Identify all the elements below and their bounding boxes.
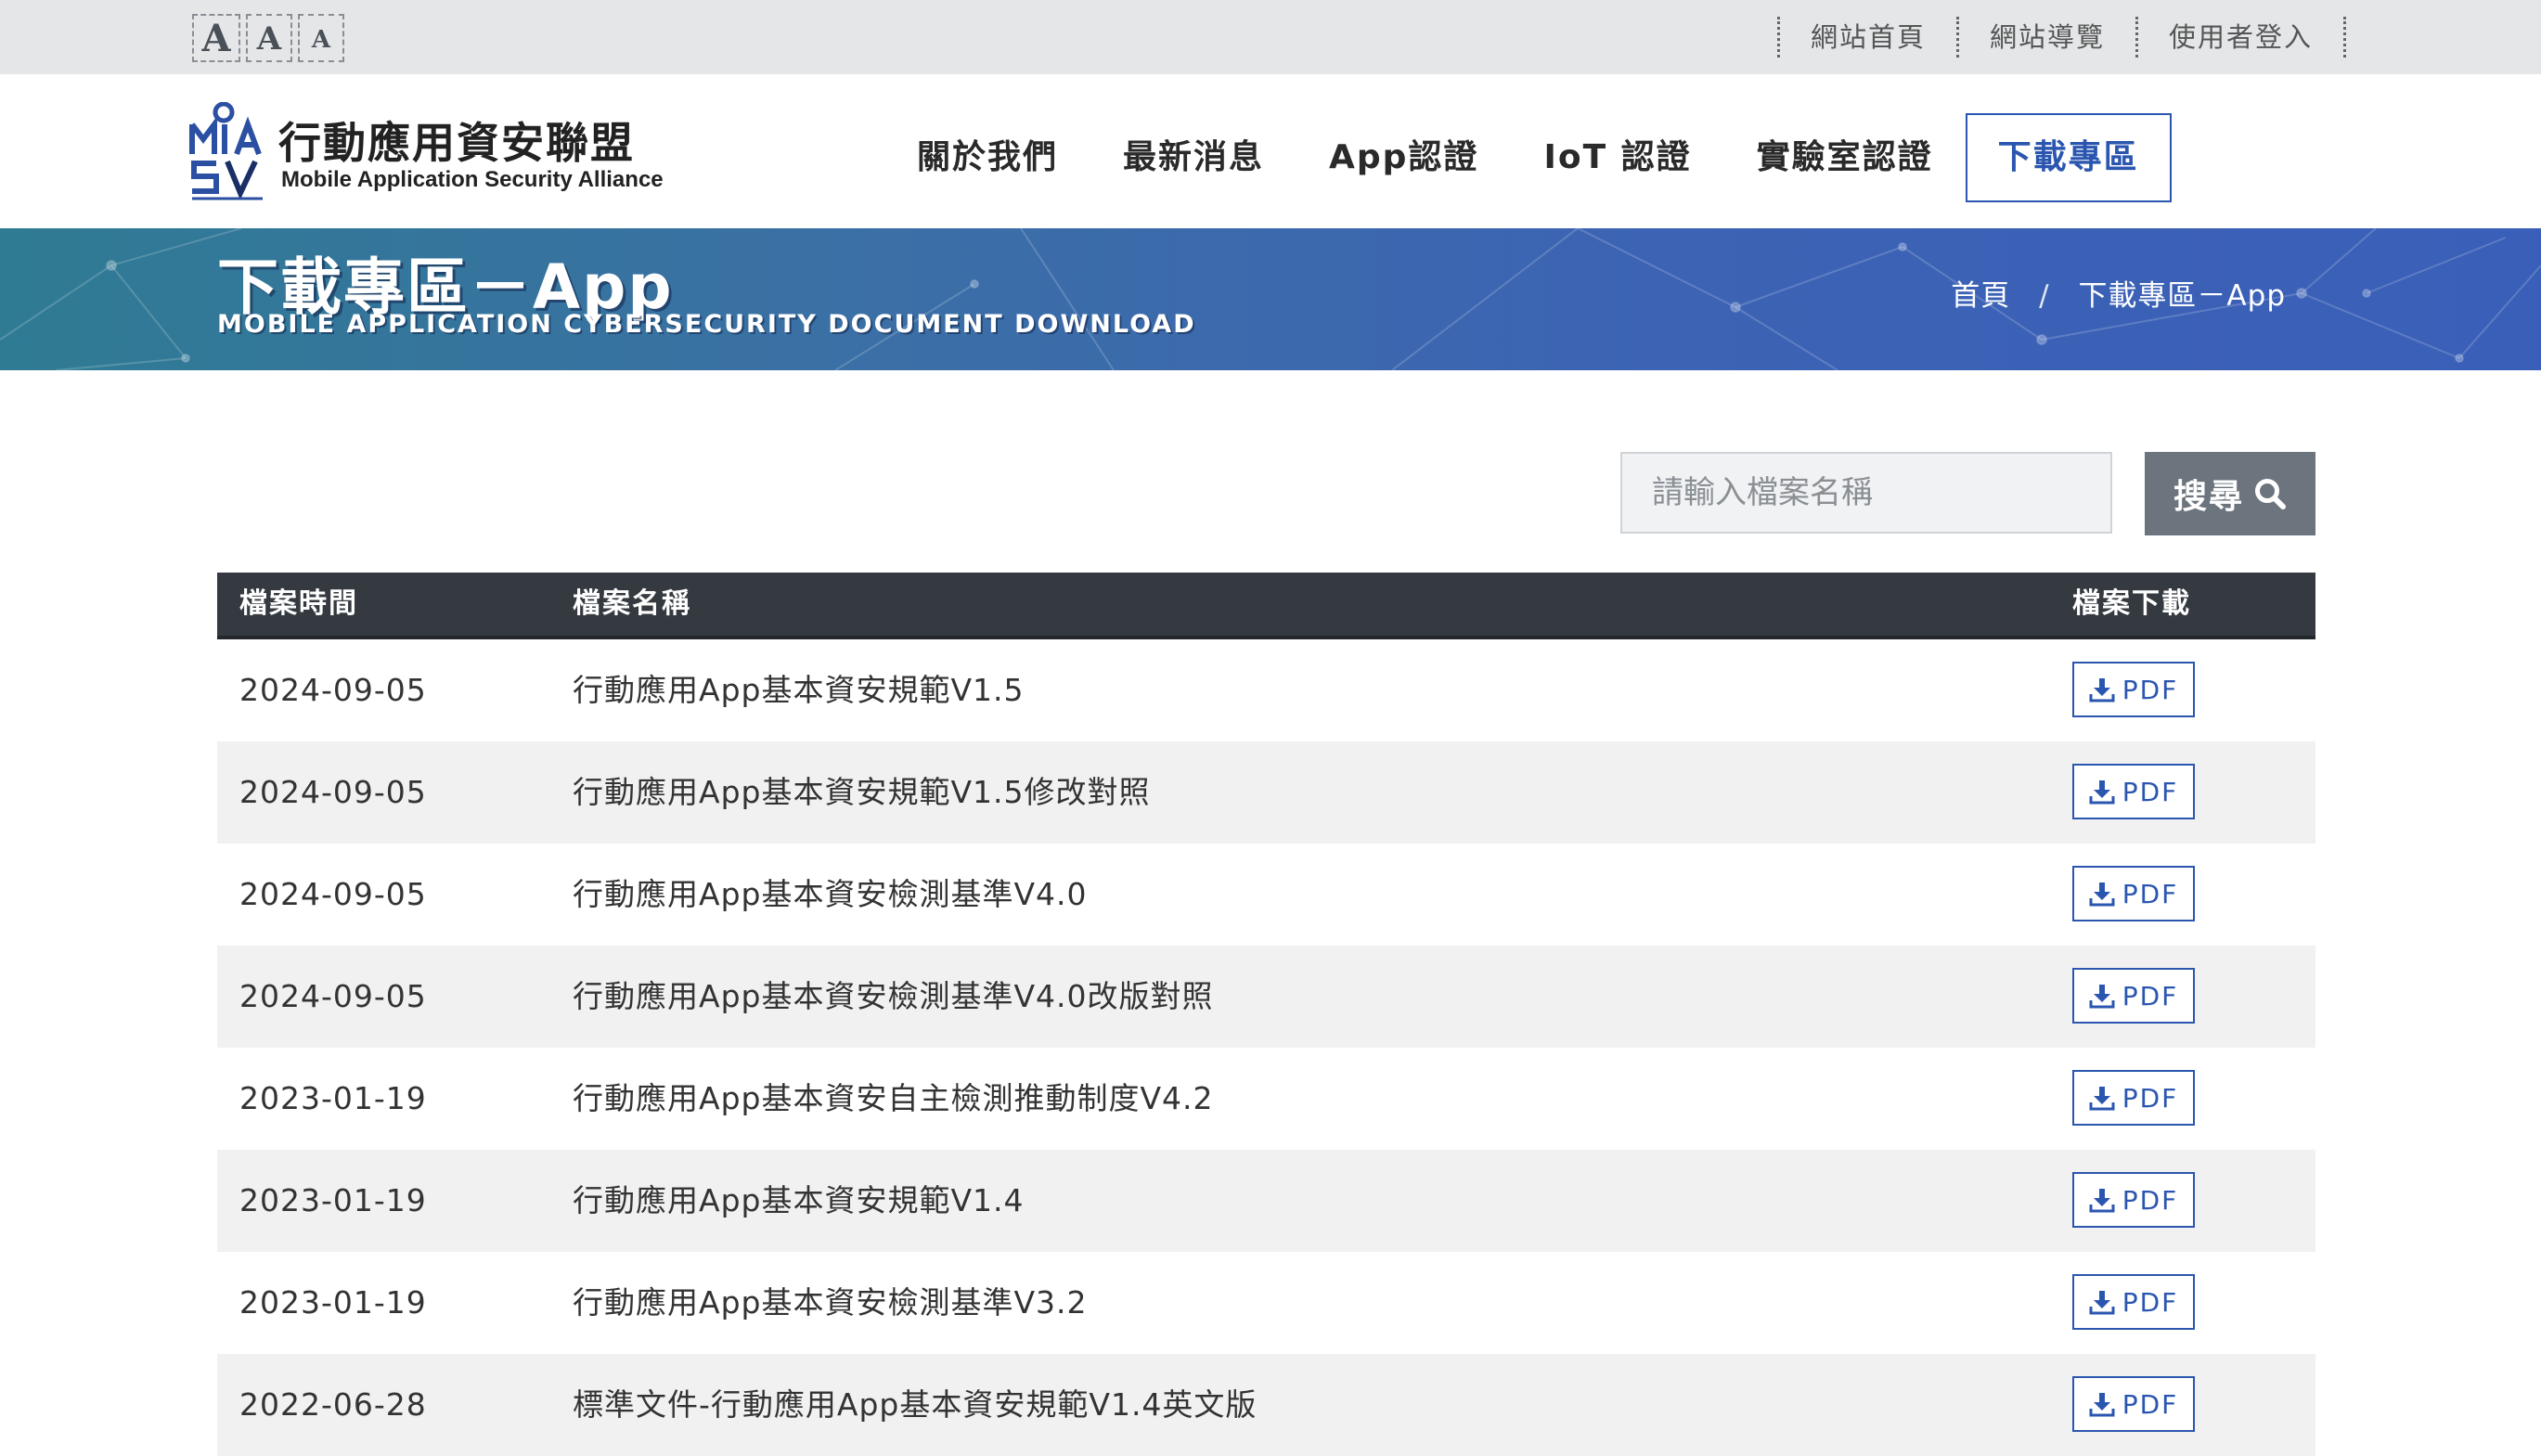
file-name: 行動應用App基本資安規範V1.5 [573,672,1025,708]
pdf-download-label: PDF [2122,1286,2179,1318]
search-button-label: 搜尋 [2173,478,2244,516]
download-icon [2089,1291,2115,1315]
pdf-download-label: PDF [2122,1388,2179,1420]
download-icon [2089,985,2115,1009]
pdf-download-button[interactable]: PDF [2072,1274,2195,1330]
pdf-download-button[interactable]: PDF [2072,1172,2195,1228]
file-date: 2024-09-05 [239,978,427,1014]
search-icon [2255,479,2286,509]
table-row: 2023-01-19 行動應用App基本資安規範V1.4 PDF [217,1150,2315,1252]
page-banner: 下載專區－App MOBILE APPLICATION CYBERSECURIT… [0,228,2541,370]
file-name: 行動應用App基本資安檢測基準V4.0改版對照 [573,978,1214,1014]
pdf-download-button[interactable]: PDF [2072,968,2195,1024]
download-icon [2089,1189,2115,1213]
page-subtitle: MOBILE APPLICATION CYBERSECURITY DOCUMEN… [217,310,1196,339]
pdf-download-button[interactable]: PDF [2072,866,2195,921]
file-name: 行動應用App基本資安自主檢測推動制度V4.2 [573,1080,1214,1116]
logo-mark-icon [189,102,263,200]
table-row: 2022-06-28 標準文件-行動應用App基本資安規範V1.4英文版 PDF [217,1354,2315,1456]
table-row: 2024-09-05 行動應用App基本資安檢測基準V4.0改版對照 PDF [217,946,2315,1048]
file-date: 2023-01-19 [239,1182,427,1218]
pdf-download-button[interactable]: PDF [2072,662,2195,717]
breadcrumb-home[interactable]: 首頁 [1951,279,2010,313]
download-icon [2089,1087,2115,1111]
utility-bar: A A A 網站首頁 網站導覽 使用者登入 [0,0,2541,74]
pdf-download-label: PDF [2122,674,2179,705]
search-button[interactable]: 搜尋 [2145,452,2315,535]
main-nav: 關於我們 最新消息 App認證 IoT 認證 實驗室認證 下載專區 [884,113,2172,202]
logo-name-en: Mobile Application Security Alliance [281,167,664,192]
breadcrumb-current: 下載專區－App [2078,279,2286,313]
download-icon [2089,780,2115,805]
breadcrumb-separator: / [2039,279,2050,313]
nav-item-iot-cert[interactable]: IoT 認證 [1511,113,1723,202]
download-icon [2089,883,2115,907]
column-header-name: 檔案名稱 [573,587,691,620]
top-links: 網站首頁 網站導覽 使用者登入 [1776,17,2346,58]
font-size-medium-button[interactable]: A [246,14,292,62]
pdf-download-label: PDF [2122,776,2179,807]
file-date: 2023-01-19 [239,1284,427,1321]
nav-item-app-cert[interactable]: App認證 [1296,113,1511,202]
breadcrumb: 首頁 / 下載專區－App [1951,272,2286,314]
file-name: 行動應用App基本資安檢測基準V4.0 [573,876,1088,912]
top-link-home[interactable]: 網站首頁 [1780,17,1959,58]
pdf-download-label: PDF [2122,980,2179,1011]
logo-name-zh: 行動應用資安聯盟 [278,118,635,168]
file-name: 行動應用App基本資安檢測基準V3.2 [573,1284,1088,1321]
file-name: 行動應用App基本資安規範V1.4 [573,1182,1025,1218]
file-date: 2023-01-19 [239,1080,427,1116]
table-row: 2024-09-05 行動應用App基本資安檢測基準V4.0 PDF [217,844,2315,946]
pdf-download-button[interactable]: PDF [2072,1376,2195,1432]
column-header-date: 檔案時間 [239,587,358,620]
nav-item-news[interactable]: 最新消息 [1090,113,1296,202]
file-date: 2024-09-05 [239,672,427,708]
nav-item-download[interactable]: 下載專區 [1965,113,2172,202]
top-link-sitemap[interactable]: 網站導覽 [1959,17,2138,58]
top-link-login[interactable]: 使用者登入 [2138,17,2346,58]
font-size-controls: A A A [192,14,344,62]
site-logo[interactable]: 行動應用資安聯盟 Mobile Application Security All… [188,102,671,204]
download-table: 檔案時間 檔案名稱 檔案下載 2024-09-05 行動應用App基本資安規範V1… [217,573,2315,1456]
table-row: 2024-09-05 行動應用App基本資安規範V1.5修改對照 PDF [217,741,2315,844]
table-row: 2023-01-19 行動應用App基本資安自主檢測推動制度V4.2 PDF [217,1048,2315,1150]
file-name: 標準文件-行動應用App基本資安規範V1.4英文版 [573,1386,1258,1423]
table-header: 檔案時間 檔案名稱 檔案下載 [217,573,2315,639]
pdf-download-button[interactable]: PDF [2072,1070,2195,1126]
search-input[interactable] [1620,452,2112,534]
table-row: 2024-09-05 行動應用App基本資安規範V1.5 PDF [217,639,2315,741]
file-date: 2024-09-05 [239,876,427,912]
nav-item-lab-cert[interactable]: 實驗室認證 [1724,113,1966,202]
nav-item-about[interactable]: 關於我們 [884,113,1090,202]
pdf-download-label: PDF [2122,1184,2179,1216]
file-name: 行動應用App基本資安規範V1.5修改對照 [573,774,1151,810]
table-body: 2024-09-05 行動應用App基本資安規範V1.5 PDF 2024-09-05… [217,639,2315,1456]
download-icon [2089,678,2115,702]
font-size-large-button[interactable]: A [192,14,240,62]
font-size-small-button[interactable]: A [298,14,344,62]
column-header-download: 檔案下載 [2072,587,2191,620]
file-date: 2024-09-05 [239,774,427,810]
pdf-download-label: PDF [2122,1082,2179,1114]
pdf-download-label: PDF [2122,878,2179,909]
file-date: 2022-06-28 [239,1386,427,1423]
site-header: 行動應用資安聯盟 Mobile Application Security All… [0,74,2541,228]
download-icon [2089,1393,2115,1417]
pdf-download-button[interactable]: PDF [2072,764,2195,819]
table-row: 2023-01-19 行動應用App基本資安檢測基準V3.2 PDF [217,1252,2315,1354]
